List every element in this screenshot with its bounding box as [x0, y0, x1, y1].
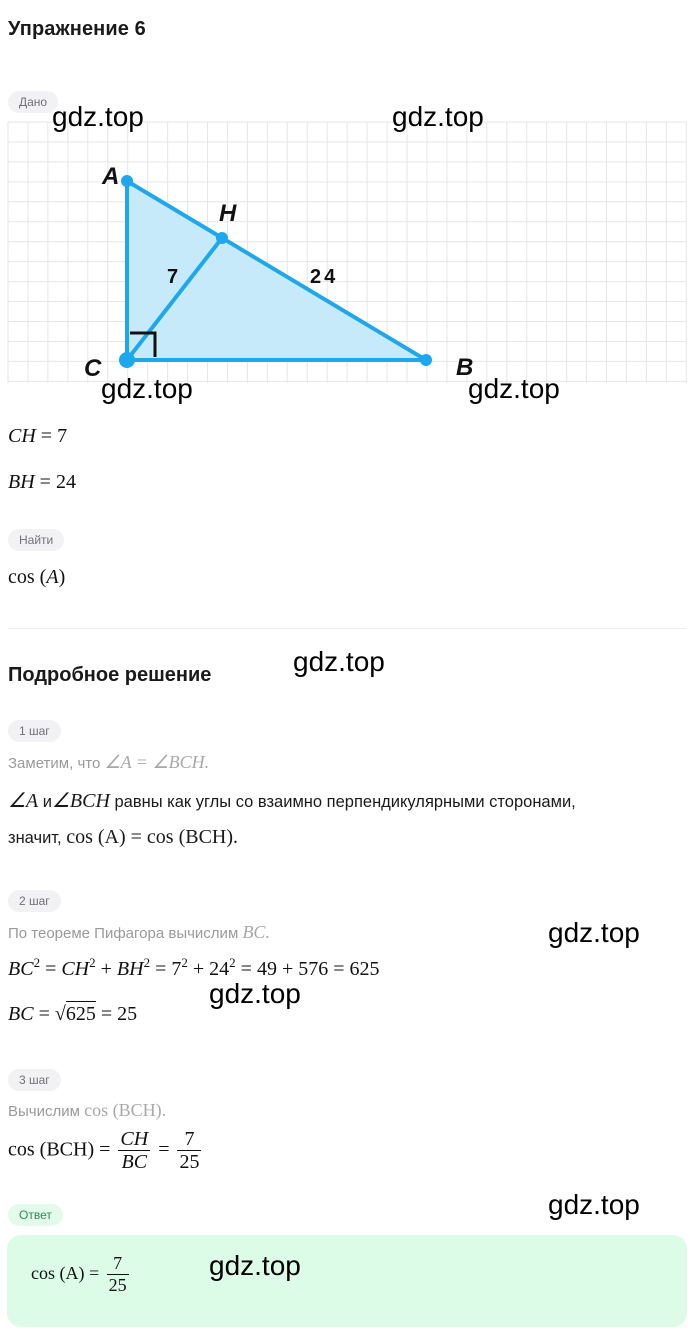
step-2-badge: 2 шаг: [8, 890, 61, 912]
step-2-hint: По теореме Пифагора вычислим BC.: [8, 922, 270, 942]
watermark: gdz.top: [52, 101, 144, 132]
label-a: A: [101, 163, 119, 190]
answer-expression: cos (A) = 7 25: [31, 1253, 129, 1295]
label-c: C: [84, 355, 102, 382]
answer-fraction: 7 25: [106, 1253, 129, 1295]
find-badge: Найти: [8, 529, 65, 551]
given-bh: BH = 24: [8, 471, 76, 493]
vertex-a-point: [121, 175, 133, 187]
step-3-badge: 3 шаг: [8, 1069, 61, 1091]
watermark: gdz.top: [392, 101, 484, 132]
fraction-ch-bc: CH BC: [118, 1128, 151, 1173]
solution-heading: Подробное решение: [8, 664, 212, 686]
label-h: H: [219, 200, 237, 227]
watermark: gdz.top: [548, 1189, 640, 1220]
given-ch: CH = 7: [8, 425, 68, 447]
label-bh-length: 24: [310, 266, 338, 288]
watermark: gdz.top: [209, 978, 301, 1009]
vertex-b-point: [420, 354, 432, 366]
step-3-hint: Вычислим cos (BCH).: [8, 1100, 167, 1120]
step-1-hint: Заметим, что ∠A = ∠BCH.: [8, 752, 210, 772]
watermark: gdz.top: [468, 373, 560, 404]
triangle-figure: A H C B 7 24: [7, 121, 687, 383]
find-expression: cos (A): [8, 566, 66, 588]
watermark: gdz.top: [293, 646, 385, 677]
watermark: gdz.top: [209, 1250, 301, 1281]
step-2-equation-1: BC2 = CH2 + BH2 = 72 + 242 = 49 + 576 = …: [8, 955, 380, 980]
vertex-c-point: [119, 352, 135, 368]
watermark: gdz.top: [548, 917, 640, 948]
vertex-h-point: [216, 232, 228, 244]
label-ch-length: 7: [167, 266, 178, 288]
step-3-equation: cos (BCH) = CH BC = 7 25: [8, 1128, 202, 1173]
step-2-equation-2: BC = √625 = 25: [8, 1001, 138, 1025]
answer-badge: Ответ: [8, 1204, 63, 1226]
fraction-7-25: 7 25: [177, 1128, 202, 1173]
watermark: gdz.top: [101, 373, 193, 404]
step-1-line-1: ∠A и∠BCH равны как углы со взаимно перпе…: [8, 790, 576, 812]
step-1-badge: 1 шаг: [8, 720, 61, 742]
section-divider: [8, 628, 686, 629]
step-1-line-2: значит, cos (A) = cos (BCH).: [8, 826, 239, 848]
